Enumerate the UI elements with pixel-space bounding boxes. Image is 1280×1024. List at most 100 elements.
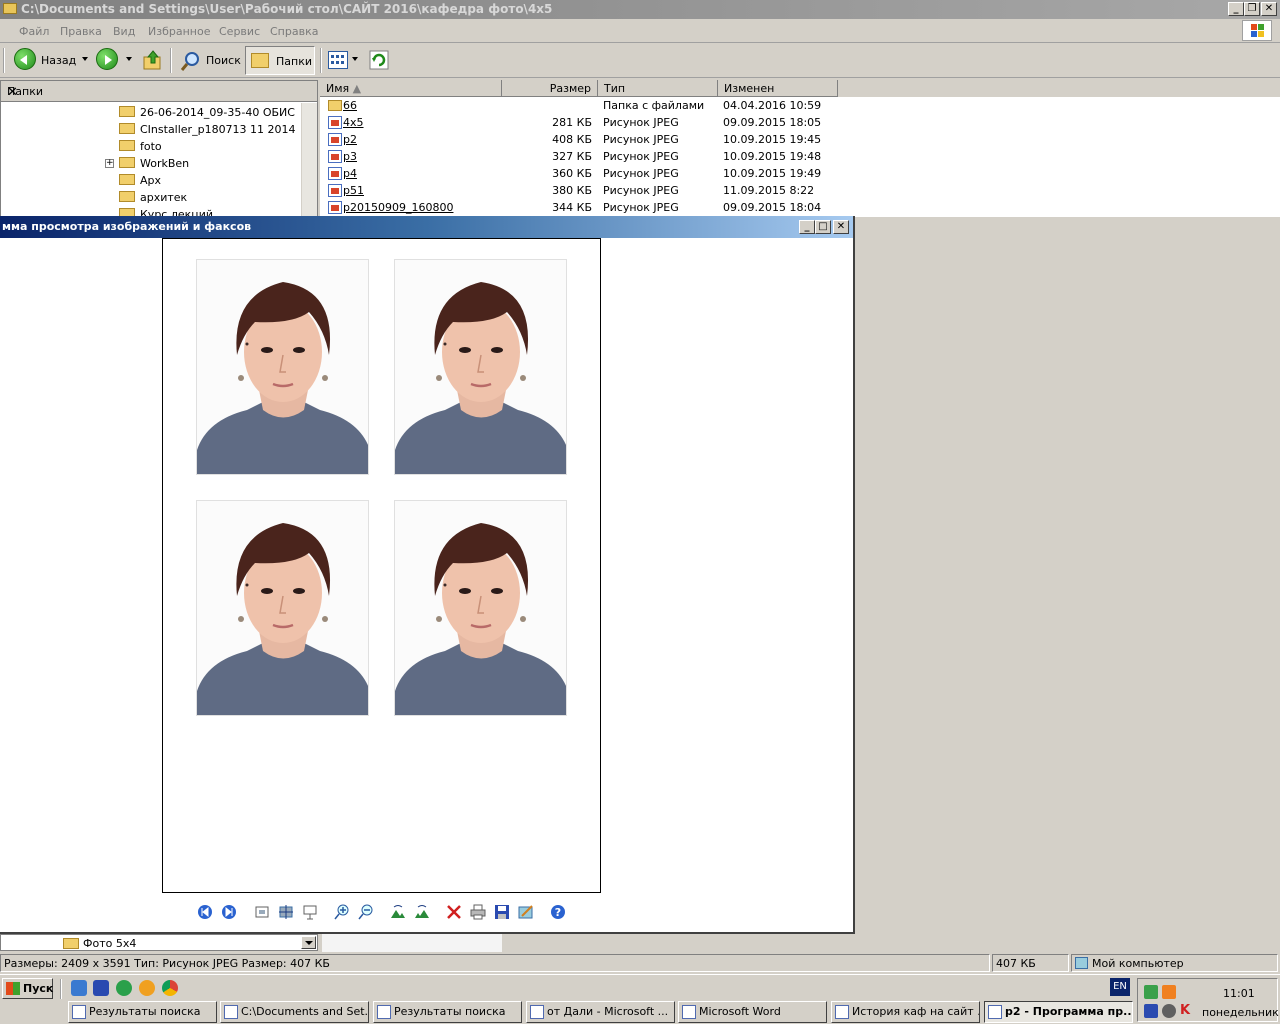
menu-edit[interactable]: Правка <box>60 25 102 38</box>
jpeg-icon <box>328 184 342 197</box>
print-icon[interactable] <box>470 904 486 920</box>
file-row[interactable]: p51 380 КБ Рисунок JPEG 11.09.2015 8:22 <box>320 182 1280 199</box>
tree-item[interactable]: foto <box>119 138 162 155</box>
show-desktop-icon[interactable] <box>93 980 109 996</box>
refresh-icon[interactable] <box>369 50 389 70</box>
tree-item-label: 26-06-2014_09-35-40 ОБИС <box>140 106 295 119</box>
expand-icon[interactable]: + <box>105 159 114 168</box>
folder-icon <box>3 3 17 14</box>
tree-item[interactable]: Курс лекций <box>119 206 213 216</box>
viewer-close-button[interactable]: ✕ <box>833 220 849 234</box>
minimize-button[interactable]: _ <box>1228 2 1244 16</box>
menu-favorites[interactable]: Избранное <box>148 25 210 38</box>
clock-time[interactable]: 11:01 <box>1223 987 1255 1000</box>
file-row[interactable]: p4 360 КБ Рисунок JPEG 10.09.2015 19:49 <box>320 165 1280 182</box>
search-icon[interactable] <box>180 50 202 72</box>
tree-item[interactable]: WorkBen <box>119 155 189 172</box>
best-fit-icon[interactable] <box>254 904 270 920</box>
start-button[interactable]: Пуск <box>2 978 53 999</box>
save-icon[interactable] <box>494 904 510 920</box>
viewer-minimize-button[interactable]: _ <box>799 220 815 234</box>
antivirus-icon[interactable]: K <box>1180 1004 1194 1018</box>
viewer-maximize-button[interactable]: □ <box>815 220 831 234</box>
clock-day: понедельник <box>1202 1006 1279 1019</box>
menu-view[interactable]: Вид <box>113 25 135 38</box>
column-size[interactable]: Размер <box>502 80 598 97</box>
file-row[interactable]: p20150909_160800 344 КБ Рисунок JPEG 09.09.… <box>320 199 1280 216</box>
search-button[interactable]: Поиск <box>206 47 241 74</box>
actual-size-icon[interactable] <box>278 904 294 920</box>
close-button[interactable]: ✕ <box>1261 2 1277 16</box>
chrome-icon[interactable] <box>162 980 178 996</box>
taskbar-button[interactable]: от Дали - Microsoft ... <box>526 1001 675 1023</box>
folders-button[interactable]: Папки <box>245 46 315 75</box>
next-image-icon[interactable] <box>221 904 237 920</box>
back-dropdown-icon[interactable] <box>82 57 88 61</box>
taskbar-button[interactable]: p2 - Программа пр... <box>984 1001 1133 1023</box>
tree-item-label: foto <box>140 140 162 153</box>
messenger-icon[interactable] <box>139 980 155 996</box>
rotate-clockwise-icon[interactable] <box>390 904 406 920</box>
menu-file[interactable]: Файл <box>19 25 49 38</box>
restore-button[interactable]: ❐ <box>1244 2 1260 16</box>
jpeg-icon <box>328 133 342 146</box>
file-row[interactable]: p2 408 КБ Рисунок JPEG 10.09.2015 19:45 <box>320 131 1280 148</box>
app-icon <box>224 1005 238 1019</box>
taskbar-button[interactable]: C:\Documents and Set... <box>220 1001 369 1023</box>
menu-tools[interactable]: Сервис <box>219 25 260 38</box>
forward-arrow-icon[interactable] <box>96 48 118 70</box>
tree-item[interactable]: CInstaller_p180713 11 2014 <box>119 121 296 138</box>
zoom-in-icon[interactable] <box>334 904 350 920</box>
internet-explorer-icon[interactable] <box>71 980 87 996</box>
help-icon[interactable]: ? <box>550 904 566 920</box>
tree-scrollbar[interactable] <box>301 103 317 216</box>
open-editor-icon[interactable] <box>518 904 534 920</box>
slideshow-icon[interactable] <box>302 904 318 920</box>
volume-icon[interactable] <box>1162 1004 1176 1018</box>
up-folder-icon[interactable] <box>143 49 163 71</box>
taskbar-button[interactable]: Результаты поиска <box>373 1001 522 1023</box>
file-list-pane: Имя ▲ Размер Тип Изменен 66 Папка с файла… <box>320 80 1280 217</box>
close-icon[interactable]: ✕ <box>7 85 311 100</box>
standard-toolbar: Назад Поиск Папки <box>0 43 1280 78</box>
file-modified: 10.09.2015 19:45 <box>723 133 822 146</box>
previous-image-icon[interactable] <box>197 904 213 920</box>
taskbar-button[interactable]: Результаты поиска <box>68 1001 217 1023</box>
delete-icon[interactable] <box>446 904 462 920</box>
back-arrow-icon[interactable] <box>14 48 36 70</box>
viewer-title-bar[interactable]: мма просмотра изображений и факсов _ □ ✕ <box>0 216 853 238</box>
file-modified: 09.09.2015 18:05 <box>723 116 822 129</box>
back-button[interactable]: Назад <box>41 47 76 74</box>
views-dropdown-icon[interactable] <box>352 57 358 61</box>
file-row[interactable]: p3 327 КБ Рисунок JPEG 10.09.2015 19:48 <box>320 148 1280 165</box>
folder-address-combo[interactable]: Фото 5x4 <box>0 934 318 951</box>
tree-item[interactable]: 26-06-2014_09-35-40 ОБИС <box>119 104 295 121</box>
file-type: Рисунок JPEG <box>603 116 679 129</box>
column-name[interactable]: Имя ▲ <box>320 80 502 97</box>
explorer-title-bar[interactable]: C:\Documents and Settings\User\Рабочий с… <box>0 0 1280 19</box>
views-icon[interactable] <box>328 51 348 69</box>
network-connection-icon[interactable] <box>1144 1004 1158 1018</box>
zoom-out-icon[interactable] <box>358 904 374 920</box>
file-row[interactable]: 4x5 281 КБ Рисунок JPEG 09.09.2015 18:05 <box>320 114 1280 131</box>
tree-item-label: CInstaller_p180713 11 2014 <box>140 123 296 136</box>
tree-item[interactable]: архитек <box>119 189 187 206</box>
media-player-icon[interactable] <box>116 980 132 996</box>
taskbar-button[interactable]: Microsoft Word <box>678 1001 827 1023</box>
menu-help[interactable]: Справка <box>270 25 318 38</box>
file-name: p51 <box>343 184 364 197</box>
column-modified[interactable]: Изменен <box>718 80 838 97</box>
file-row[interactable]: 66 Папка с файлами 04.04.2016 10:59 <box>320 97 1280 114</box>
forward-dropdown-icon[interactable] <box>126 57 132 61</box>
column-type[interactable]: Тип <box>598 80 718 97</box>
status-location: Мой компьютер <box>1071 954 1278 972</box>
toolbar-separator <box>320 48 322 73</box>
chevron-down-icon[interactable] <box>301 936 316 949</box>
update-icon[interactable] <box>1162 985 1176 999</box>
tree-item[interactable]: Арх <box>119 172 161 189</box>
language-indicator[interactable]: EN <box>1110 978 1130 996</box>
app-icon <box>377 1005 391 1019</box>
rotate-counterclockwise-icon[interactable] <box>414 904 430 920</box>
network-icon[interactable] <box>1144 985 1158 999</box>
taskbar-button[interactable]: История каф на сайт ... <box>831 1001 980 1023</box>
